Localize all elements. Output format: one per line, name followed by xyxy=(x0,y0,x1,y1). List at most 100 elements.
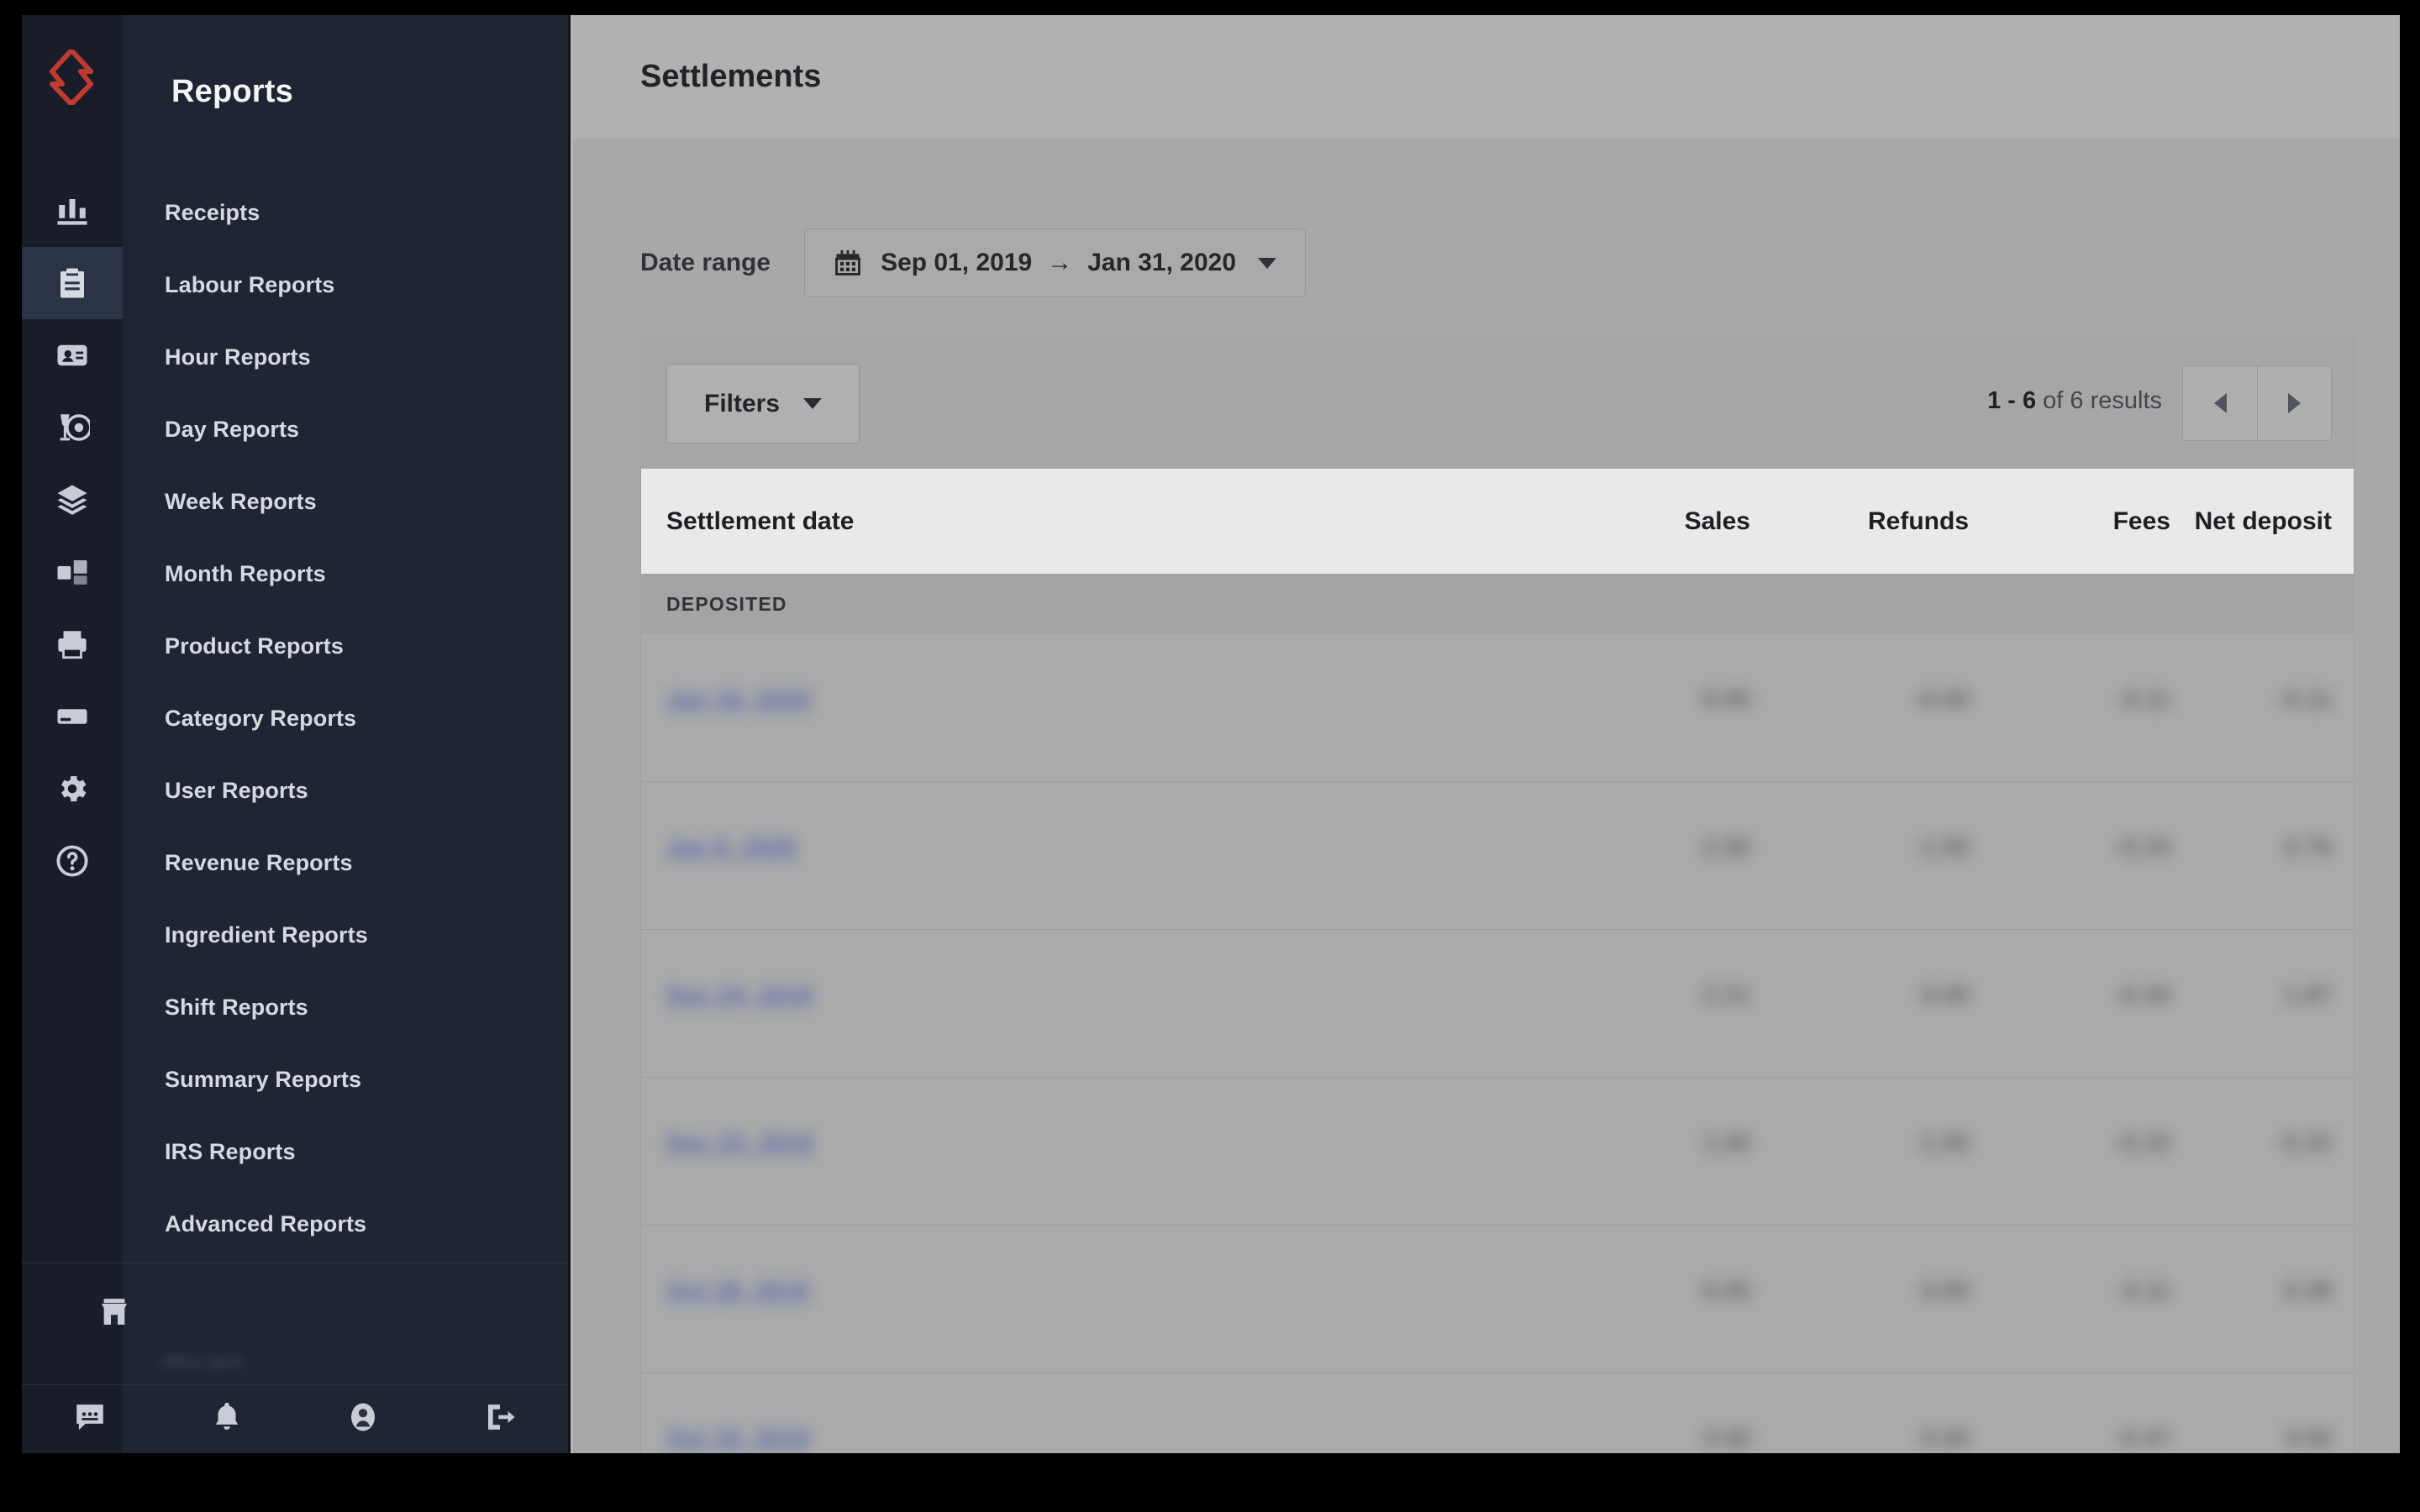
cell-net-deposit: -0.11 xyxy=(2278,686,2332,713)
cell-refunds: 0.00 xyxy=(1921,982,1969,1009)
user-avatar-icon xyxy=(345,1399,381,1439)
clipboard-icon xyxy=(55,265,90,301)
table-body: Jan 16, 2020 0.00 -0.00 -0.11 -0.11 Jan … xyxy=(641,634,2354,1453)
rail-item-devices[interactable] xyxy=(22,608,123,680)
cell-settlement-date[interactable]: Dec 23, 2019 xyxy=(666,1130,813,1158)
sidebar-item-product-reports[interactable]: Product Reports xyxy=(123,610,568,682)
sidebar-bottom-nav xyxy=(22,1384,568,1453)
bell-icon xyxy=(209,1399,245,1439)
lightspeed-flame-logo[interactable] xyxy=(45,47,97,108)
store-selector[interactable]: • • – — • xyxy=(22,1263,568,1384)
id-card-icon xyxy=(55,338,90,373)
sidebar-item-day-reports[interactable]: Day Reports xyxy=(123,393,568,465)
sidebar-item-label: Labour Reports xyxy=(165,271,335,297)
cell-sales: 0.50 xyxy=(1702,1278,1750,1305)
reports-nav-panel: Reports Receipts Labour Reports Hour Rep… xyxy=(123,15,568,1453)
chevron-right-icon xyxy=(2288,393,2301,413)
settlements-table-card: Filters 1 - 6 of 6 results Settlement da… xyxy=(640,338,2354,1453)
bar-chart-icon xyxy=(55,193,90,228)
rail-item-products[interactable] xyxy=(22,536,123,608)
sidebar-item-label: Summary Reports xyxy=(165,1066,362,1092)
results-count: 1 - 6 of 6 results xyxy=(1987,387,2162,415)
logout-icon xyxy=(482,1399,518,1439)
sign-out-button[interactable] xyxy=(432,1399,569,1439)
sidebar-item-label: Advanced Reports xyxy=(165,1210,367,1236)
column-header-net-deposit[interactable]: Net deposit xyxy=(2187,507,2332,536)
rail-item-dashboard[interactable] xyxy=(22,175,123,247)
sidebar-item-label: Shift Reports xyxy=(165,994,308,1020)
sidebar-item-month-reports[interactable]: Month Reports xyxy=(123,538,568,610)
sidebar-item-irs-reports[interactable]: IRS Reports xyxy=(123,1116,568,1188)
glass-plate-icon xyxy=(55,410,90,445)
chevron-left-icon xyxy=(2213,393,2227,413)
table-row[interactable]: Jan 6, 2020 2.00 -1.00 -0.24 0.76 xyxy=(641,782,2354,930)
cell-settlement-date[interactable]: Jan 6, 2020 xyxy=(666,834,797,862)
table-row[interactable]: Oct 15, 2019 3.00 0.00 -0.47 3.00 xyxy=(641,1373,2354,1453)
prev-page-button[interactable] xyxy=(2183,366,2257,440)
rail-item-payments[interactable] xyxy=(22,680,123,753)
rail-item-inventory[interactable] xyxy=(22,464,123,536)
next-page-button[interactable] xyxy=(2257,366,2331,440)
date-range-start: Sep 01, 2019 xyxy=(881,249,1033,276)
sidebar-item-summary-reports[interactable]: Summary Reports xyxy=(123,1043,568,1116)
table-row[interactable]: Dec 23, 2019 1.00 -1.00 -0.22 -0.22 xyxy=(641,1078,2354,1226)
rail-item-help[interactable] xyxy=(22,825,123,897)
sidebar-item-labour-reports[interactable]: Labour Reports xyxy=(123,249,568,321)
rail-item-customers[interactable] xyxy=(22,319,123,391)
cell-refunds: -0.00 xyxy=(1912,686,1969,713)
filters-button[interactable]: Filters xyxy=(666,364,860,444)
date-range-picker[interactable]: Sep 01, 2019 → Jan 31, 2020 xyxy=(804,228,1307,297)
column-header-fees[interactable]: Fees xyxy=(2002,507,2170,536)
rail-item-reports[interactable] xyxy=(22,247,123,319)
icon-rail xyxy=(22,15,123,1453)
sidebar-item-advanced-reports[interactable]: Advanced Reports xyxy=(123,1188,568,1260)
sidebar-item-shift-reports[interactable]: Shift Reports xyxy=(123,971,568,1043)
table-row[interactable]: Oct 28, 2019 0.50 0.00 -0.11 0.39 xyxy=(641,1226,2354,1373)
date-range-arrow: → xyxy=(1047,249,1073,276)
boxes-icon xyxy=(55,554,90,590)
cell-refunds: -1.00 xyxy=(1912,834,1969,861)
notifications-button[interactable] xyxy=(159,1399,296,1439)
account-button[interactable] xyxy=(295,1399,432,1439)
rail-item-settings[interactable] xyxy=(22,753,123,825)
group-header-label: DEPOSITED xyxy=(666,592,787,615)
sidebar: Reports Receipts Labour Reports Hour Rep… xyxy=(22,15,571,1453)
sidebar-item-revenue-reports[interactable]: Revenue Reports xyxy=(123,827,568,899)
card-reader-icon xyxy=(55,699,90,734)
rail-item-menu[interactable] xyxy=(22,391,123,464)
sidebar-item-category-reports[interactable]: Category Reports xyxy=(123,682,568,754)
sidebar-item-ingredient-reports[interactable]: Ingredient Reports xyxy=(123,899,568,971)
column-header-refunds[interactable]: Refunds xyxy=(1767,507,1969,536)
cell-settlement-date[interactable]: Oct 28, 2019 xyxy=(666,1278,808,1305)
sidebar-item-label: Month Reports xyxy=(165,560,326,586)
sidebar-item-label: Product Reports xyxy=(165,633,345,659)
sidebar-item-label: Hour Reports xyxy=(165,344,311,370)
cell-settlement-date[interactable]: Jan 16, 2020 xyxy=(666,686,810,714)
sidebar-item-hour-reports[interactable]: Hour Reports xyxy=(123,321,568,393)
date-range-row: Date range Sep 01, 2019 → Jan 31, 2020 xyxy=(640,228,1307,297)
sidebar-item-week-reports[interactable]: Week Reports xyxy=(123,465,568,538)
sidebar-item-label: Day Reports xyxy=(165,416,300,442)
printer-icon xyxy=(55,627,90,662)
column-header-sales[interactable]: Sales xyxy=(1582,507,1750,536)
cell-sales: 2.00 xyxy=(1702,834,1750,861)
column-header-settlement-date[interactable]: Settlement date xyxy=(666,507,854,536)
cell-settlement-date[interactable]: Oct 15, 2019 xyxy=(666,1425,808,1453)
cell-net-deposit: 0.76 xyxy=(2284,834,2332,861)
cell-fees: -0.22 xyxy=(2114,1130,2170,1157)
screenshot-frame: Reports Receipts Labour Reports Hour Rep… xyxy=(0,0,2420,1512)
cell-net-deposit: -0.22 xyxy=(2275,1130,2332,1157)
cell-fees: -0.11 xyxy=(2117,686,2170,713)
content-area: Date range Sep 01, 2019 → Jan 31, 2020 F… xyxy=(573,140,2400,1453)
sidebar-item-label: User Reports xyxy=(165,777,308,803)
sidebar-item-receipts[interactable]: Receipts xyxy=(123,176,568,249)
page-header: Settlements xyxy=(573,15,2400,139)
cell-settlement-date[interactable]: Dec 24, 2019 xyxy=(666,982,813,1010)
results-range: 1 - 6 xyxy=(1987,387,2037,414)
sidebar-item-user-reports[interactable]: User Reports xyxy=(123,754,568,827)
table-row[interactable]: Dec 24, 2019 2.21 0.00 -0.34 1.87 xyxy=(641,930,2354,1078)
messages-button[interactable] xyxy=(22,1399,159,1439)
table-row[interactable]: Jan 16, 2020 0.00 -0.00 -0.11 -0.11 xyxy=(641,634,2354,782)
cell-fees: -0.34 xyxy=(2114,982,2170,1009)
sidebar-item-label: Category Reports xyxy=(165,705,357,731)
